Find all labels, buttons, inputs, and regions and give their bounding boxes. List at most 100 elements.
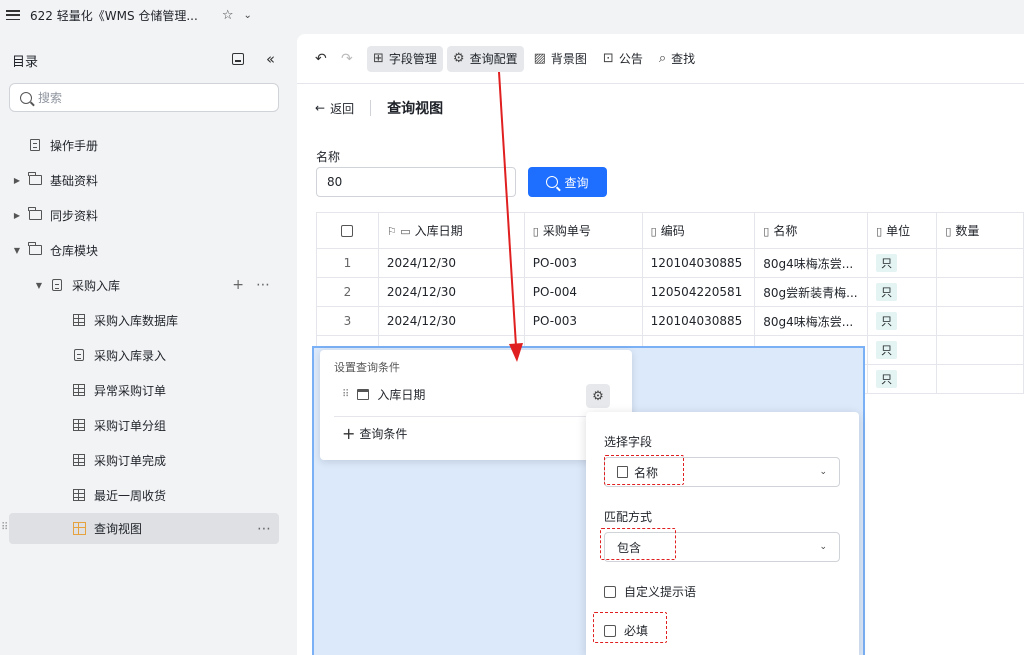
cell-code[interactable]: 120504220581 (641, 277, 756, 307)
condition-settings-button[interactable]: ⚙ (586, 384, 610, 408)
table-row[interactable]: 1 2024/12/30 PO-003 120104030885 80g4味梅冻… (316, 248, 1024, 278)
cell-po[interactable]: PO-004 (523, 277, 643, 307)
page-title: 查询视图 (387, 101, 444, 117)
custom-hint-checkbox[interactable] (604, 585, 616, 598)
add-condition-button[interactable]: + 查询条件 (342, 424, 407, 443)
search-icon (546, 176, 559, 188)
sidebar-item-label: 采购订单分组 (94, 418, 167, 433)
select-all-checkbox-cell[interactable] (316, 212, 379, 249)
cell-unit[interactable]: 只 (867, 335, 938, 365)
column-header-name[interactable]: ▯ 名称 (754, 212, 869, 249)
divider (370, 100, 372, 116)
chevron-down-icon[interactable]: ⌄ (243, 10, 251, 21)
redo-icon[interactable]: ↷ (341, 51, 363, 67)
name-field-input[interactable]: 80 (316, 167, 516, 197)
table-row[interactable]: 3 2024/12/30 PO-003 120104030885 80g4味梅冻… (316, 306, 1024, 336)
column-header-date[interactable]: ⚐ ▭ 入库日期 (377, 212, 525, 249)
cell-unit[interactable]: 只 (867, 248, 938, 278)
custom-hint-label: 自定义提示语 (624, 585, 697, 599)
cell-qty[interactable] (936, 248, 1024, 278)
sidebar-item-manual[interactable]: 操作手册 (0, 130, 292, 160)
document-title[interactable]: 622 轻量化《WMS 仓储管理... (30, 7, 198, 24)
cell-date[interactable]: 2024/12/30 (377, 306, 525, 336)
sidebar-item-basic-data[interactable]: ▶ 基础资料 (0, 165, 292, 195)
sidebar-search-input[interactable]: 搜索 (9, 83, 279, 112)
star-icon[interactable]: ☆ (222, 8, 234, 23)
column-header-unit[interactable]: ▯ 单位 (867, 212, 938, 249)
cell-qty[interactable] (936, 364, 1024, 394)
caret-right-icon[interactable]: ▶ (12, 176, 22, 185)
gear-icon: ⚙ (452, 51, 465, 66)
chevron-down-icon: ⌄ (819, 467, 827, 477)
sidebar-item-recent-week[interactable]: 最近一周收货 (0, 480, 292, 510)
sidebar-item-purchase-inbound[interactable]: ▼ 采购入库 + ⋯ (0, 270, 292, 300)
outline-toggle-icon[interactable] (232, 53, 244, 65)
column-header-qty[interactable]: ▯ 数量 (936, 212, 1024, 249)
cell-code[interactable]: 120104030885 (641, 248, 756, 278)
column-label: 数量 (955, 224, 980, 238)
drag-handle-icon[interactable]: ⠿ (1, 522, 8, 533)
caret-right-icon[interactable]: ▶ (12, 211, 22, 220)
notice-button[interactable]: ⊡ 公告 (597, 46, 649, 72)
add-icon[interactable]: + (232, 277, 244, 293)
cell-unit[interactable]: 只 (867, 306, 938, 336)
sidebar-item-order-groups[interactable]: 采购订单分组 (0, 410, 292, 440)
cell-name[interactable]: 80g4味梅冻尝... (754, 306, 869, 336)
caret-down-icon[interactable]: ▼ (12, 246, 22, 255)
list-icon (50, 278, 64, 292)
sidebar-item-abnormal-orders[interactable]: 异常采购订单 (0, 375, 292, 405)
column-header-code[interactable]: ▯ 编码 (641, 212, 756, 249)
condition-item[interactable]: ⠿ 入库日期 (342, 386, 425, 403)
sidebar-item-label: 采购入库数据库 (94, 313, 179, 328)
column-header-po[interactable]: ▯ 采购单号 (523, 212, 643, 249)
cell-date[interactable]: 2024/12/30 (377, 248, 525, 278)
more-icon[interactable]: ⋯ (256, 277, 270, 293)
collapse-sidebar-icon[interactable]: ‹‹ (266, 50, 275, 68)
cell-name[interactable]: 80g尝新装青梅... (754, 277, 869, 307)
text-field-icon: ▯ (650, 225, 657, 238)
drag-handle-icon[interactable]: ⠿ (342, 389, 349, 400)
text-field-icon: ▯ (532, 225, 539, 238)
sidebar-item-inbound-db[interactable]: 采购入库数据库 (0, 305, 292, 335)
cell-unit[interactable]: 只 (867, 277, 938, 307)
cell-po[interactable]: PO-003 (523, 306, 643, 336)
button-label: 公告 (618, 52, 643, 66)
cell-qty[interactable] (936, 335, 1024, 365)
add-condition-label: 查询条件 (359, 427, 408, 441)
custom-hint-option[interactable]: 自定义提示语 (604, 583, 696, 600)
sidebar-item-query-view[interactable]: 查询视图 ⋯ (9, 513, 279, 544)
find-button[interactable]: ⌕ 查找 (653, 46, 701, 72)
sidebar-item-warehouse[interactable]: ▼ 仓库模块 (0, 235, 292, 265)
sidebar-item-label: 仓库模块 (50, 243, 99, 258)
background-button[interactable]: ▨ 背景图 (528, 46, 593, 72)
text-field-icon: ▯ (876, 225, 883, 238)
column-label: 采购单号 (542, 224, 591, 238)
more-icon[interactable]: ⋯ (257, 521, 271, 537)
cell-qty[interactable] (936, 306, 1024, 336)
caret-down-icon[interactable]: ▼ (34, 281, 44, 290)
cell-code[interactable]: 120104030885 (641, 306, 756, 336)
query-button[interactable]: 查询 (528, 167, 607, 197)
cell-po[interactable]: PO-003 (523, 248, 643, 278)
field-management-button[interactable]: ⊞ 字段管理 (367, 45, 443, 72)
column-label: 入库日期 (414, 224, 463, 238)
cell-name[interactable]: 80g4味梅冻尝... (754, 248, 869, 278)
query-config-button[interactable]: ⚙ 查询配置 (446, 45, 524, 72)
back-button[interactable]: ← 返回 (315, 100, 354, 117)
unit-tag: 只 (876, 312, 898, 330)
sidebar-heading: 目录 (12, 55, 39, 70)
select-all-checkbox[interactable] (341, 225, 354, 237)
cell-date[interactable]: 2024/12/30 (377, 277, 525, 307)
cell-unit[interactable]: 只 (867, 364, 938, 394)
undo-icon[interactable]: ↶ (315, 51, 337, 67)
sidebar-item-label: 异常采购订单 (94, 383, 167, 398)
table-icon (72, 488, 86, 502)
annotation-box-required (593, 612, 667, 643)
menu-icon[interactable] (6, 8, 20, 22)
sidebar-item-label: 最近一周收货 (94, 488, 167, 503)
cell-qty[interactable] (936, 277, 1024, 307)
sidebar-item-inbound-entry[interactable]: 采购入库录入 (0, 340, 292, 370)
sidebar-item-sync-data[interactable]: ▶ 同步资料 (0, 200, 292, 230)
table-row[interactable]: 2 2024/12/30 PO-004 120504220581 80g尝新装青… (316, 277, 1024, 307)
sidebar-item-order-complete[interactable]: 采购订单完成 (0, 445, 292, 475)
